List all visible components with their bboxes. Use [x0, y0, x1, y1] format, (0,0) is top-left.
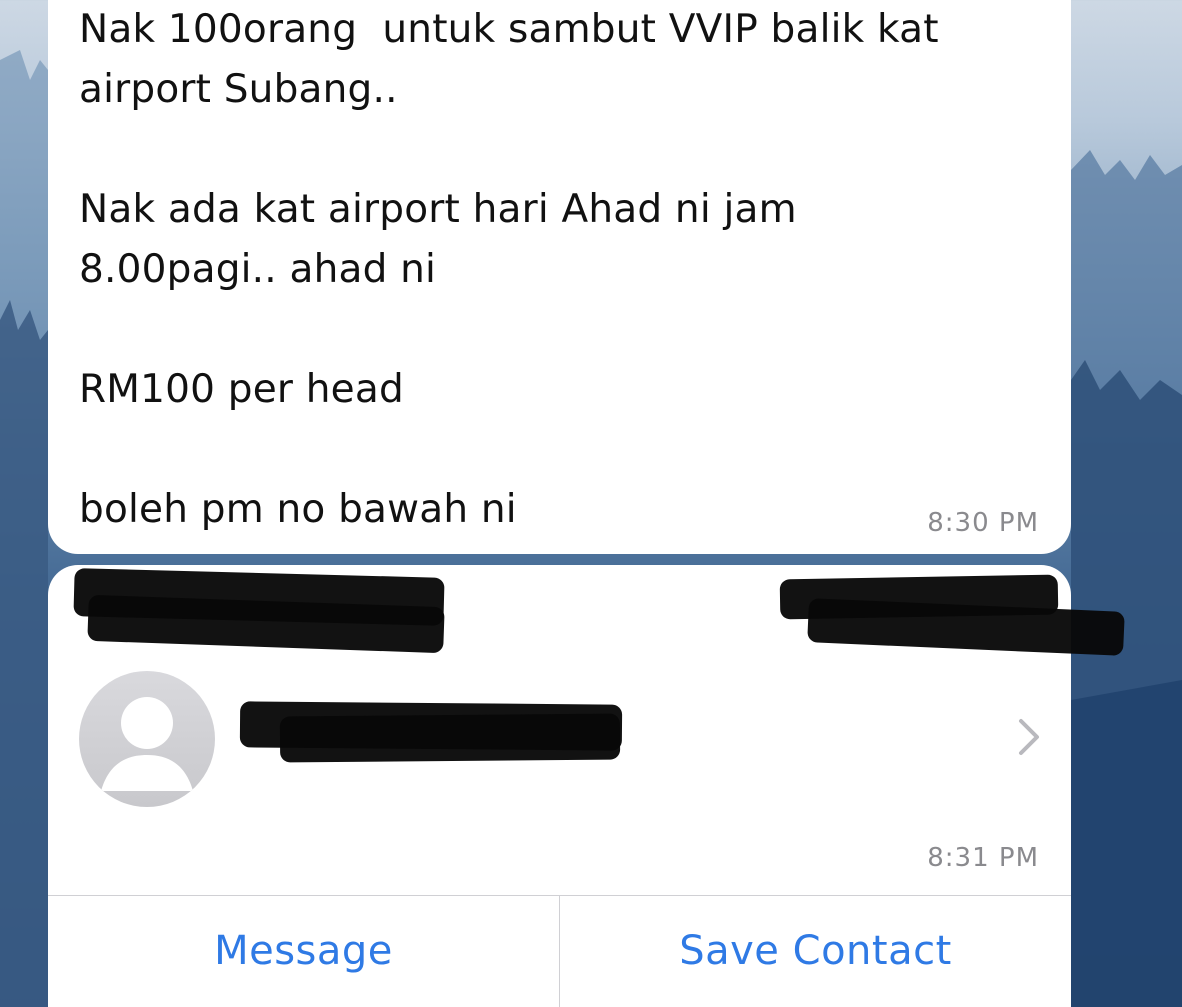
contact-card-timestamp: 8:31 PM — [927, 843, 1039, 873]
message-text: Nak 100orang untuk sambut VVIP balik kat… — [79, 7, 939, 532]
save-contact-button[interactable]: Save Contact — [560, 895, 1071, 1007]
message-bubble[interactable]: Nak 100orang untuk sambut VVIP balik kat… — [48, 0, 1071, 554]
person-placeholder-icon — [101, 697, 193, 791]
redacted-phone-number-stroke — [279, 713, 621, 763]
redacted-contact-header-stroke — [807, 598, 1125, 656]
message-timestamp: 8:30 PM — [927, 508, 1039, 538]
contact-card[interactable]: 8:31 PM Message Save Contact — [48, 565, 1125, 1007]
contact-avatar — [79, 671, 215, 807]
message-button[interactable]: Message — [48, 895, 559, 1007]
chevron-right-icon[interactable] — [1015, 715, 1043, 759]
